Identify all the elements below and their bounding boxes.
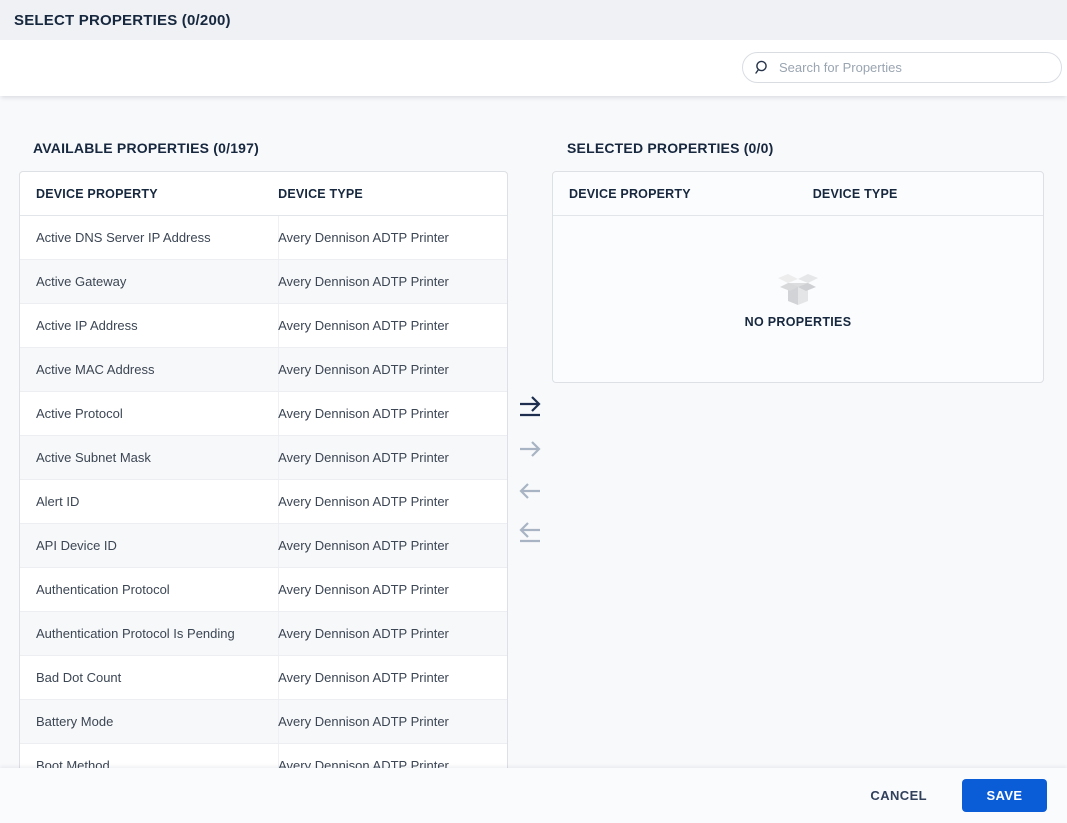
column-header-device-property: DEVICE PROPERTY [36,186,158,201]
table-row[interactable]: Active IP Address Avery Dennison ADTP Pr… [20,304,507,348]
table-row[interactable]: Active Gateway Avery Dennison ADTP Print… [20,260,507,304]
device-type-cell: Avery Dennison ADTP Printer [278,656,507,699]
device-type-cell: Avery Dennison ADTP Printer [278,304,507,347]
table-row[interactable]: Active Subnet Mask Avery Dennison ADTP P… [20,436,507,480]
device-property-cell: Battery Mode [36,714,114,729]
device-type-cell: Avery Dennison ADTP Printer [278,524,507,567]
open-box-icon [778,273,818,305]
move-all-left-button[interactable] [513,516,547,550]
arrow-right-icon [520,441,541,457]
device-property-cell: Active Protocol [36,406,123,421]
device-type-cell: Avery Dennison ADTP Printer [278,260,507,303]
table-row[interactable]: Authentication Protocol Avery Dennison A… [20,568,507,612]
device-property-cell: Bad Dot Count [36,670,122,685]
dialog-title: SELECT PROPERTIES (0/200) [14,11,231,29]
device-type-cell: Avery Dennison ADTP Printer [278,700,507,743]
device-property-cell: Active Gateway [36,274,127,289]
table-row[interactable]: Bad Dot Count Avery Dennison ADTP Printe… [20,656,507,700]
device-property-cell: Active Subnet Mask [36,450,151,465]
available-rows: Active DNS Server IP Address Avery Denni… [20,216,507,788]
move-right-button[interactable] [513,432,547,466]
table-row[interactable]: Battery Mode Avery Dennison ADTP Printer [20,700,507,744]
search-input[interactable] [779,60,1049,75]
device-type-cell: Avery Dennison ADTP Printer [278,216,507,259]
save-button[interactable]: SAVE [962,779,1047,812]
device-property-cell: Authentication Protocol Is Pending [36,626,235,641]
column-header-device-type: DEVICE TYPE [278,186,363,201]
table-row[interactable]: API Device ID Avery Dennison ADTP Printe… [20,524,507,568]
select-properties-dialog: SELECT PROPERTIES (0/200) AVAILABLE PROP… [0,0,1067,823]
device-property-cell: Active IP Address [36,318,138,333]
available-properties-title: AVAILABLE PROPERTIES (0/197) [33,140,260,156]
device-property-cell: API Device ID [36,538,117,553]
device-type-cell: Avery Dennison ADTP Printer [278,436,507,479]
device-type-cell: Avery Dennison ADTP Printer [278,480,507,523]
device-type-cell: Avery Dennison ADTP Printer [278,612,507,655]
dialog-header: SELECT PROPERTIES (0/200) [0,0,1067,40]
device-type-cell: Avery Dennison ADTP Printer [278,392,507,435]
available-properties-table: DEVICE PROPERTY DEVICE TYPE Active DNS S… [19,171,508,791]
device-property-cell: Active DNS Server IP Address [36,230,211,245]
transfer-controls [512,390,548,558]
table-row[interactable]: Alert ID Avery Dennison ADTP Printer [20,480,507,524]
search-icon [755,60,767,74]
empty-state: NO PROPERTIES [553,216,1043,383]
search-toolbar [0,40,1067,96]
column-header-device-type: DEVICE TYPE [812,186,898,201]
table-row[interactable]: Authentication Protocol Is Pending Avery… [20,612,507,656]
table-row[interactable]: Active MAC Address Avery Dennison ADTP P… [20,348,507,392]
table-header-row: DEVICE PROPERTY DEVICE TYPE [553,172,1043,216]
search-box[interactable] [742,52,1062,83]
selected-properties-title: SELECTED PROPERTIES (0/0) [567,140,774,156]
double-arrow-right-icon [520,396,541,417]
device-property-cell: Active MAC Address [36,362,155,377]
device-type-cell: Avery Dennison ADTP Printer [278,568,507,611]
cancel-button[interactable]: CANCEL [870,788,927,803]
selected-properties-table: DEVICE PROPERTY DEVICE TYPE NO PROPERTIE… [552,171,1044,383]
device-type-cell: Avery Dennison ADTP Printer [278,348,507,391]
table-row[interactable]: Active DNS Server IP Address Avery Denni… [20,216,507,260]
move-left-button[interactable] [513,474,547,508]
double-arrow-left-icon [519,522,540,543]
device-property-cell: Authentication Protocol [36,582,170,597]
move-all-right-button[interactable] [513,390,547,424]
table-row[interactable]: Active Protocol Avery Dennison ADTP Prin… [20,392,507,436]
dialog-footer: CANCEL SAVE [0,768,1067,823]
device-property-cell: Alert ID [36,494,80,509]
empty-state-label: NO PROPERTIES [744,314,852,329]
column-header-device-property: DEVICE PROPERTY [569,186,691,201]
table-header-row: DEVICE PROPERTY DEVICE TYPE [20,172,507,216]
arrow-left-icon [519,483,540,499]
